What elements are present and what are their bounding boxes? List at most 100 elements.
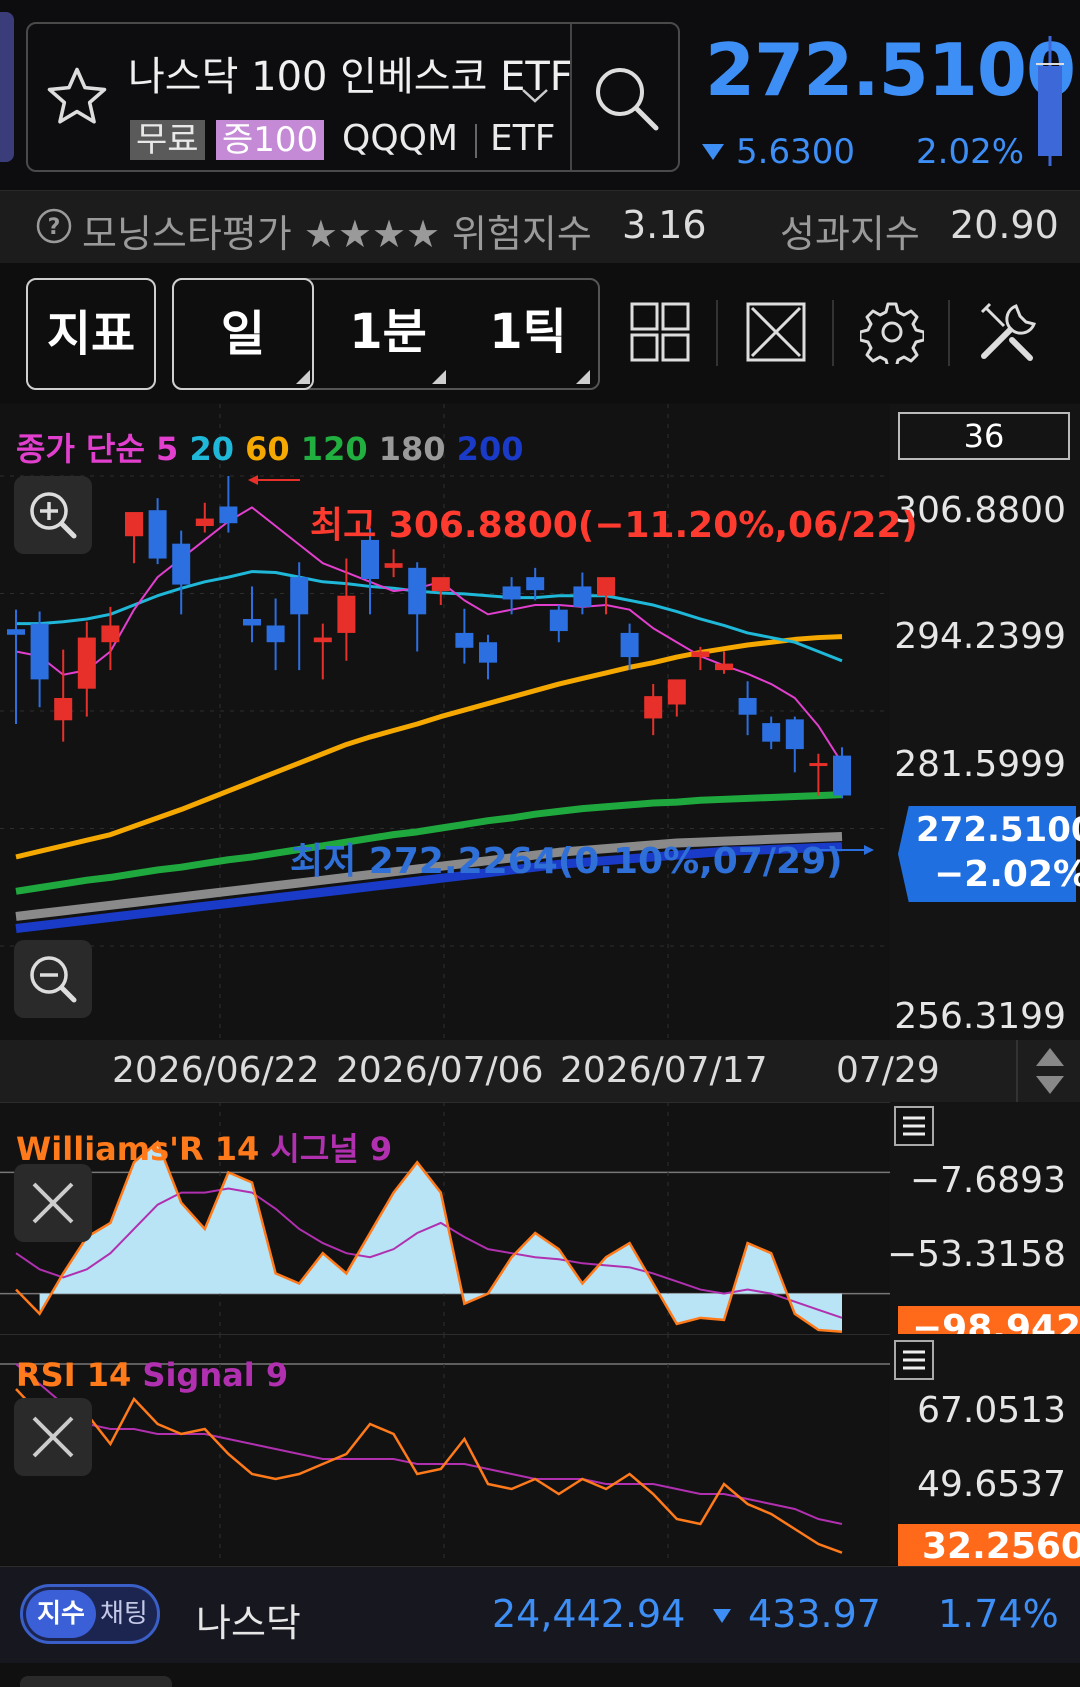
risk-index-label: 위험지수 — [452, 212, 592, 256]
divider — [570, 24, 572, 170]
ma-legend-200: 200 — [456, 430, 524, 468]
toggle-chat[interactable]: 채팅 — [100, 1590, 148, 1638]
date-label: 07/29 — [836, 1050, 940, 1091]
candle-body — [833, 755, 851, 796]
candle-body — [243, 618, 261, 626]
rsi-title-text: RSI 14 — [16, 1356, 132, 1394]
corner-indicator — [296, 370, 310, 384]
rsi-title: RSI 14 Signal 9 — [16, 1356, 288, 1394]
free-badge: 무료 — [130, 120, 205, 160]
tools-icon[interactable] — [976, 300, 1040, 364]
price-axis-label: 294.2399 — [894, 616, 1066, 657]
candle-body — [667, 679, 686, 705]
performance-index-label: 성과지수 — [780, 212, 920, 256]
date-label: 2026/07/06 — [336, 1050, 544, 1091]
candle-body — [54, 697, 73, 721]
williams-axis-label: −53.3158 — [886, 1234, 1066, 1275]
toggle-index[interactable]: 지수 — [26, 1590, 96, 1638]
expand-icon[interactable] — [744, 300, 808, 364]
low-price-annotation: 최저 272.2264(0.10%,07/29) — [290, 841, 843, 882]
candle-body — [30, 623, 49, 680]
svg-text:?: ? — [48, 215, 61, 240]
candle-body — [715, 663, 733, 671]
candle-body — [502, 586, 521, 600]
close-icon — [32, 1182, 74, 1224]
candle-body — [408, 567, 427, 615]
risk-index-value: 3.16 — [622, 203, 707, 247]
candle-body — [573, 586, 592, 607]
rsi-signal-text: Signal 9 — [142, 1356, 289, 1394]
date-label: 2026/06/22 — [112, 1050, 320, 1091]
down-arrow-icon — [702, 144, 724, 160]
price-axis-label: 256.3199 — [894, 996, 1066, 1037]
divider — [475, 124, 477, 158]
williams-title-text: Williams'R 14 — [16, 1130, 260, 1168]
candle-body — [479, 642, 497, 663]
current-price: 272.5100 — [705, 28, 1076, 112]
index-name[interactable]: 나스닥 — [196, 1592, 301, 1647]
stock-name[interactable]: 나스닥 100 인베스코 ETF — [128, 44, 573, 102]
menu-icon — [903, 1116, 925, 1136]
indicator-menu-button[interactable] — [894, 1106, 934, 1146]
zoom-out-icon — [30, 956, 77, 1003]
date-label: 2026/07/17 — [560, 1050, 768, 1091]
williams-axis-label: −7.6893 — [909, 1160, 1066, 1201]
margin-badge: 증100 — [216, 120, 325, 160]
candle-count-box[interactable]: 36 — [898, 412, 1070, 460]
corner-indicator — [432, 370, 446, 384]
candle-body — [691, 651, 710, 658]
ma-legend-prefix: 종가 단순 5 — [16, 430, 179, 468]
current-price-label: 272.5100 — [916, 810, 1080, 850]
price-change-pct: 2.02% — [916, 132, 1025, 172]
candle-body — [526, 577, 545, 591]
search-icon[interactable] — [590, 62, 662, 134]
candle-body — [809, 763, 828, 767]
candle-body — [290, 577, 309, 615]
star-icon[interactable] — [44, 64, 110, 130]
zoom-out-button[interactable] — [14, 940, 92, 1018]
ma-legend-120: 120 — [300, 430, 368, 468]
price-change: 5.6300 — [736, 132, 855, 172]
low-arrow-head — [864, 845, 874, 855]
ma-legend-180: 180 — [378, 430, 446, 468]
gear-icon[interactable] — [860, 300, 924, 364]
down-arrow-icon — [713, 1609, 731, 1623]
period-day-button[interactable]: 일 — [172, 278, 314, 390]
ma-legend[interactable]: 종가 단순 5 20 60 120 180 200 — [16, 424, 523, 470]
candle-body — [455, 632, 474, 648]
ma-legend-60: 60 — [245, 430, 290, 468]
close-indicator-button[interactable] — [14, 1398, 92, 1476]
rsi-line — [15, 1388, 843, 1554]
side-drawer-handle[interactable] — [0, 12, 14, 162]
rsi-current-value: 32.2560 — [922, 1526, 1080, 1567]
divider — [716, 300, 718, 366]
candle-body — [384, 563, 403, 568]
oversold-fill — [39, 1142, 843, 1332]
grid-layout-icon[interactable] — [628, 300, 692, 364]
candle-body — [785, 719, 804, 750]
zoom-in-button[interactable] — [14, 476, 92, 554]
chevron-down-icon[interactable] — [520, 86, 550, 106]
price-axis-label: 281.5999 — [894, 744, 1066, 785]
candle-body — [313, 637, 332, 643]
divider — [832, 300, 834, 366]
indicator-button[interactable]: 지표 — [26, 278, 156, 390]
candle-body — [125, 512, 143, 537]
candle-body — [219, 506, 238, 524]
home-indicator — [20, 1676, 172, 1687]
ma-legend-20: 20 — [189, 430, 234, 468]
index-change-pct: 1.74% — [938, 1592, 1059, 1636]
close-indicator-button[interactable] — [14, 1164, 92, 1242]
candle-body — [738, 697, 757, 715]
mini-candle-icon — [1036, 36, 1064, 166]
corner-indicator — [576, 370, 590, 384]
help-icon[interactable]: ? — [36, 208, 72, 244]
rsi-axis-label: 49.6537 — [917, 1464, 1066, 1505]
candle-body — [77, 637, 96, 689]
scroll-updown-button[interactable] — [1016, 1040, 1080, 1102]
index-value: 24,442.94 — [492, 1592, 686, 1636]
price-axis-label: 306.8800 — [894, 490, 1066, 531]
indicator-menu-button[interactable] — [894, 1340, 934, 1380]
candle-body — [549, 609, 568, 632]
candle-body — [195, 518, 214, 527]
